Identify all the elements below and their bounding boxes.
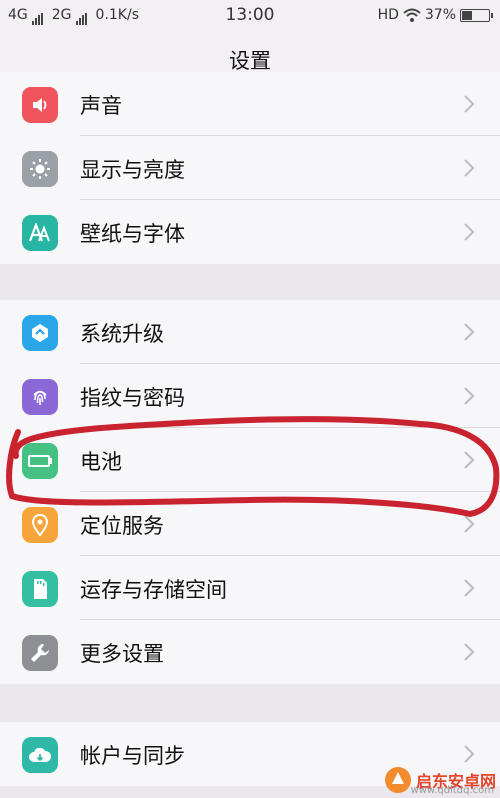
settings-item-location[interactable]: 定位服务: [0, 492, 500, 556]
chevron-right-icon: [464, 223, 475, 241]
upgrade-icon: [22, 315, 58, 351]
settings-item-label: 显示与亮度: [80, 158, 185, 182]
settings-item-label: 更多设置: [80, 642, 164, 666]
location-icon: [22, 507, 58, 543]
watermark-logo-icon: [384, 767, 411, 793]
settings-item-memory-storage[interactable]: 运存与存储空间: [0, 556, 500, 620]
settings-item-label: 指纹与密码: [80, 386, 185, 410]
settings-group-1: 声音 显示与亮度 壁纸与字体: [0, 72, 500, 264]
settings-item-sound[interactable]: 声音: [0, 72, 500, 136]
sun-icon: [22, 151, 58, 187]
chevron-right-icon: [464, 95, 475, 113]
chevron-right-icon: [464, 643, 475, 661]
settings-item-system-update[interactable]: 系统升级: [0, 300, 500, 364]
battery-icon: [22, 443, 58, 479]
chevron-right-icon: [464, 159, 475, 177]
settings-item-more-settings[interactable]: 更多设置: [0, 620, 500, 684]
chevron-right-icon: [464, 323, 475, 341]
wifi-icon: [403, 8, 421, 22]
settings-item-label: 声音: [80, 94, 122, 118]
font-icon: [22, 215, 58, 251]
settings-item-label: 帐户与同步: [80, 744, 185, 768]
battery-percent: 37%: [424, 7, 456, 23]
storage-icon: [22, 571, 58, 607]
wrench-icon: [22, 635, 58, 671]
battery-status-icon: [460, 8, 493, 22]
chevron-right-icon: [464, 579, 475, 597]
settings-item-display[interactable]: 显示与亮度: [0, 136, 500, 200]
settings-item-label: 系统升级: [80, 322, 164, 346]
speaker-icon: [22, 87, 58, 123]
chevron-right-icon: [464, 451, 475, 469]
status-bar: 4G 2G 0.1K/s 13:00 HD 37%: [0, 0, 500, 32]
settings-item-label: 定位服务: [80, 514, 164, 538]
settings-item-wallpaper-font[interactable]: 壁纸与字体: [0, 200, 500, 264]
cloud-icon: [22, 737, 58, 773]
chevron-right-icon: [464, 387, 475, 405]
settings-item-label: 运存与存储空间: [80, 578, 227, 602]
chevron-right-icon: [464, 745, 475, 763]
watermark: 启东安卓网 www.qdltdq.com: [384, 766, 496, 796]
hd-label: HD: [377, 7, 399, 23]
watermark-url: www.qdltdq.com: [410, 785, 494, 796]
settings-item-label: 壁纸与字体: [80, 222, 185, 246]
fingerprint-icon: [22, 379, 58, 415]
settings-item-fingerprint-password[interactable]: 指纹与密码: [0, 364, 500, 428]
chevron-right-icon: [464, 515, 475, 533]
settings-item-battery[interactable]: 电池: [0, 428, 500, 492]
settings-group-2: 系统升级 指纹与密码 电池 定位服务 运存与存储空间 更多设置: [0, 300, 500, 684]
settings-item-label: 电池: [80, 450, 122, 474]
